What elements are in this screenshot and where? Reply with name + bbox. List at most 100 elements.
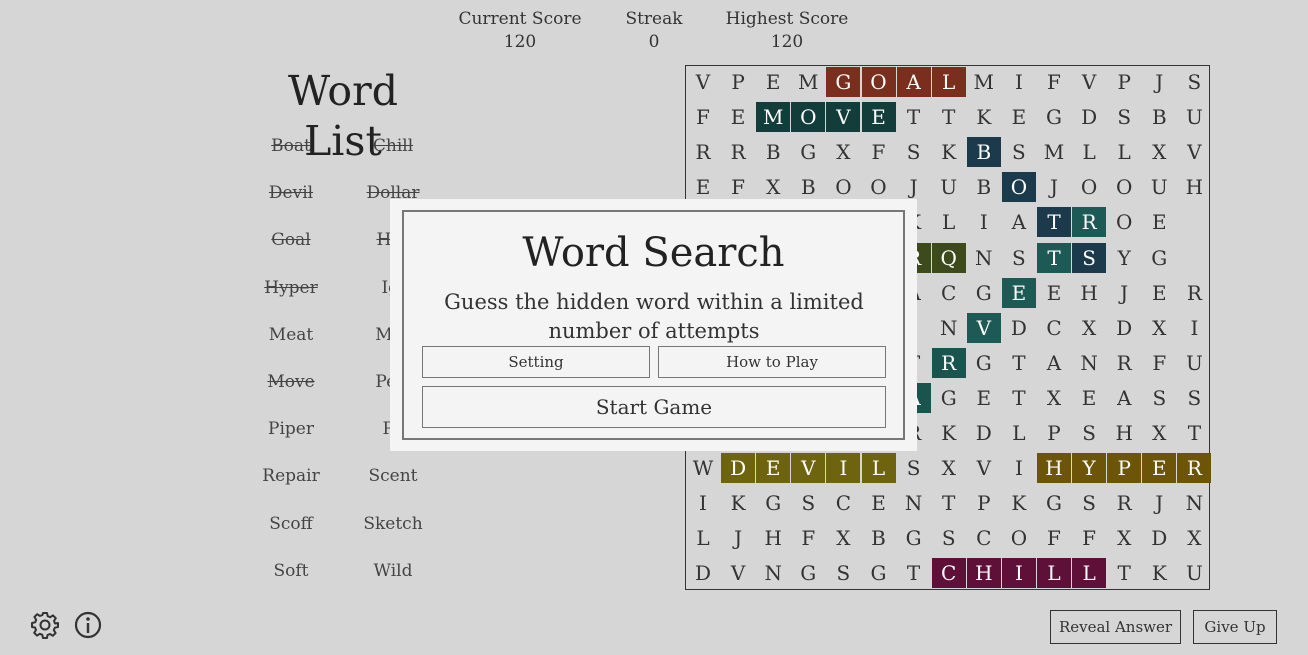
grid-cell[interactable]: G <box>791 558 825 588</box>
grid-cell[interactable]: R <box>721 137 755 167</box>
grid-cell[interactable]: T <box>1037 207 1071 238</box>
grid-cell[interactable]: V <box>967 453 1001 483</box>
grid-cell[interactable]: F <box>1037 67 1071 97</box>
grid-cell[interactable]: N <box>897 488 931 518</box>
grid-cell[interactable]: F <box>862 137 896 167</box>
grid-cell[interactable]: D <box>686 558 720 588</box>
grid-cell[interactable]: N <box>932 313 966 343</box>
grid-cell[interactable]: Y <box>1107 243 1141 273</box>
grid-cell[interactable]: T <box>1002 383 1036 413</box>
info-icon[interactable] <box>72 609 104 641</box>
grid-cell[interactable]: T <box>932 488 966 518</box>
grid-cell[interactable]: L <box>1072 558 1107 589</box>
grid-cell[interactable]: B <box>756 137 790 167</box>
grid-cell[interactable]: S <box>1002 243 1036 273</box>
grid-cell[interactable]: I <box>967 207 1001 237</box>
grid-cell[interactable]: X <box>1142 137 1176 167</box>
reveal-answer-button[interactable]: Reveal Answer <box>1050 610 1181 644</box>
grid-cell[interactable]: B <box>862 523 896 553</box>
grid-cell[interactable]: F <box>1037 523 1071 553</box>
grid-cell[interactable]: S <box>791 488 825 518</box>
grid-cell[interactable]: S <box>1072 418 1106 448</box>
grid-cell[interactable]: K <box>932 137 966 167</box>
grid-cell[interactable]: H <box>1037 453 1071 484</box>
grid-cell[interactable]: X <box>756 172 790 202</box>
grid-cell[interactable]: R <box>1177 278 1211 308</box>
grid-cell[interactable]: X <box>1142 418 1176 448</box>
grid-cell[interactable]: D <box>721 453 756 484</box>
grid-cell[interactable]: T <box>897 558 931 588</box>
grid-cell[interactable]: R <box>1107 348 1141 378</box>
grid-cell[interactable]: N <box>967 243 1001 273</box>
give-up-button[interactable]: Give Up <box>1193 610 1277 644</box>
grid-cell[interactable]: M <box>967 67 1001 97</box>
grid-cell[interactable]: D <box>1002 313 1036 343</box>
grid-cell[interactable]: O <box>1107 207 1141 237</box>
grid-cell[interactable]: E <box>862 488 896 518</box>
grid-cell[interactable]: E <box>1002 102 1036 132</box>
grid-cell[interactable]: E <box>1142 453 1177 484</box>
grid-cell[interactable]: X <box>1142 313 1176 343</box>
grid-cell[interactable]: N <box>1177 488 1211 518</box>
grid-cell[interactable]: O <box>862 172 896 202</box>
grid-cell[interactable]: V <box>721 558 755 588</box>
grid-cell[interactable]: T <box>1002 348 1036 378</box>
grid-cell[interactable]: L <box>1072 137 1106 167</box>
start-game-button[interactable]: Start Game <box>422 386 886 428</box>
grid-cell[interactable]: M <box>791 67 825 97</box>
grid-cell[interactable]: T <box>897 102 931 132</box>
grid-cell[interactable]: G <box>897 523 931 553</box>
grid-cell[interactable]: A <box>1002 207 1036 237</box>
how-to-play-button[interactable]: How to Play <box>658 346 886 378</box>
grid-cell[interactable]: V <box>826 102 861 133</box>
grid-cell[interactable]: S <box>1072 242 1107 273</box>
grid-cell[interactable]: O <box>1002 523 1036 553</box>
grid-cell[interactable]: H <box>1107 418 1141 448</box>
grid-cell[interactable]: K <box>932 418 966 448</box>
grid-cell[interactable]: G <box>1037 102 1071 132</box>
grid-cell[interactable]: X <box>1177 523 1211 553</box>
grid-cell[interactable]: E <box>756 67 790 97</box>
grid-cell[interactable]: G <box>791 137 825 167</box>
grid-cell[interactable]: U <box>1177 558 1211 588</box>
grid-cell[interactable]: H <box>966 558 1001 589</box>
grid-cell[interactable]: G <box>932 383 966 413</box>
grid-cell[interactable]: L <box>1002 418 1036 448</box>
grid-cell[interactable]: X <box>826 137 860 167</box>
grid-cell[interactable]: T <box>932 102 966 132</box>
grid-cell[interactable]: Y <box>1072 453 1107 484</box>
grid-cell[interactable]: S <box>1142 383 1176 413</box>
grid-cell[interactable]: B <box>967 172 1001 202</box>
grid-cell[interactable]: J <box>1037 172 1071 202</box>
grid-cell[interactable]: O <box>1001 172 1036 203</box>
grid-cell[interactable]: O <box>1107 172 1141 202</box>
grid-cell[interactable]: T <box>1037 242 1071 273</box>
grid-cell[interactable]: I <box>1001 558 1036 589</box>
grid-cell[interactable]: P <box>967 488 1001 518</box>
grid-cell[interactable]: F <box>721 172 755 202</box>
grid-cell[interactable]: H <box>1177 172 1211 202</box>
grid-cell[interactable]: T <box>1107 558 1141 588</box>
grid-cell[interactable]: B <box>791 172 825 202</box>
grid-cell[interactable]: V <box>1177 137 1211 167</box>
setting-button[interactable]: Setting <box>422 346 650 378</box>
grid-cell[interactable]: J <box>1142 488 1176 518</box>
grid-cell[interactable]: I <box>826 453 861 484</box>
grid-cell[interactable]: V <box>686 67 720 97</box>
grid-cell[interactable]: E <box>1072 383 1106 413</box>
grid-cell[interactable]: G <box>1037 488 1071 518</box>
grid-cell[interactable]: L <box>1037 558 1071 589</box>
grid-cell[interactable]: R <box>1072 207 1107 238</box>
grid-cell[interactable]: J <box>721 523 755 553</box>
grid-cell[interactable]: S <box>932 523 966 553</box>
grid-cell[interactable]: X <box>826 523 860 553</box>
grid-cell[interactable]: S <box>1002 137 1036 167</box>
grid-cell[interactable]: C <box>932 278 966 308</box>
grid-cell[interactable]: S <box>897 137 931 167</box>
grid-cell[interactable]: B <box>966 137 1001 168</box>
grid-cell[interactable]: D <box>1142 523 1176 553</box>
grid-cell[interactable] <box>1177 207 1211 237</box>
grid-cell[interactable]: E <box>756 453 791 484</box>
grid-cell[interactable]: K <box>1002 488 1036 518</box>
grid-cell[interactable]: T <box>1177 418 1211 448</box>
